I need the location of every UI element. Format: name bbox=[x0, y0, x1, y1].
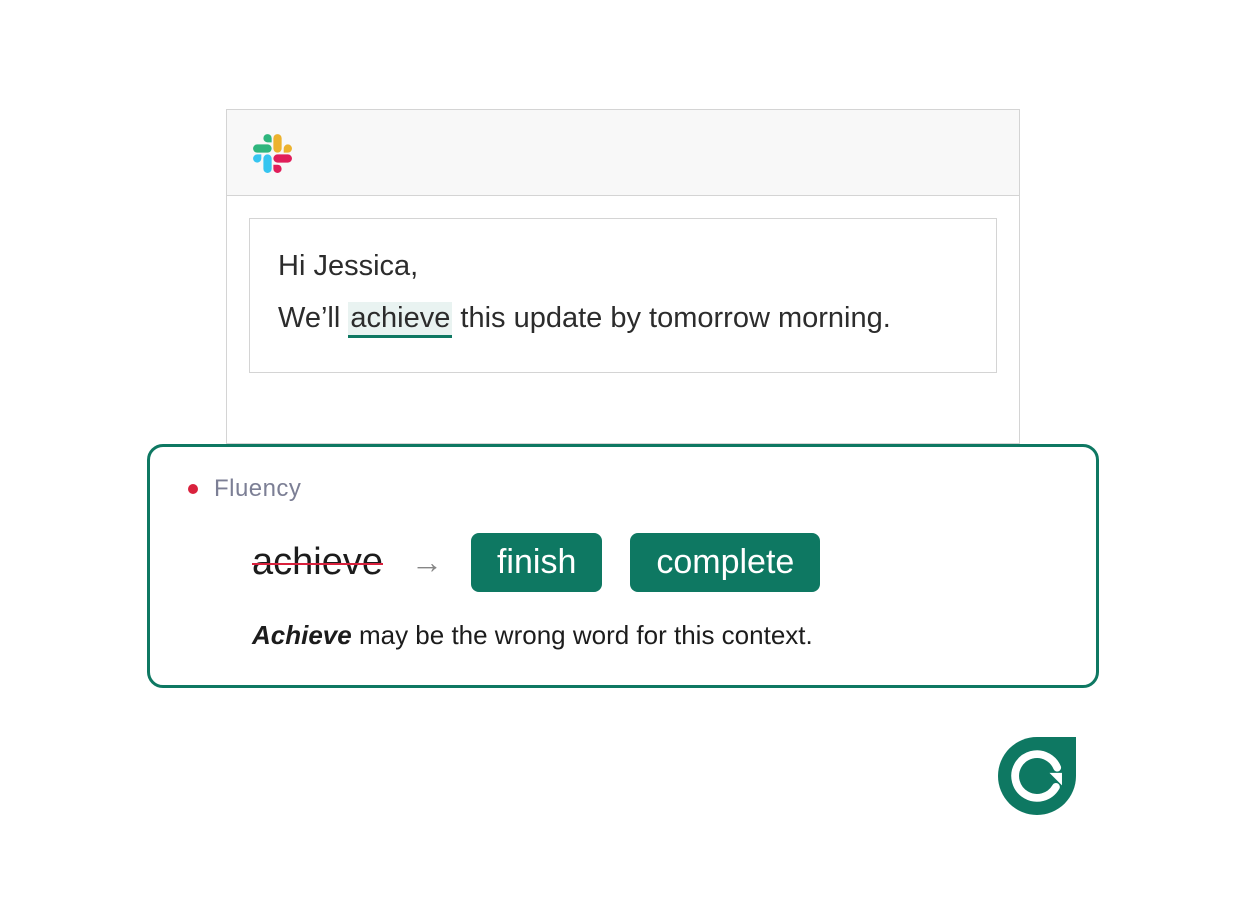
suggestion-card: Fluency achieve → finish complete Achiev… bbox=[147, 444, 1099, 688]
suggestion-chip-complete[interactable]: complete bbox=[630, 533, 820, 592]
suggestion-row: achieve → finish complete bbox=[252, 533, 1058, 592]
message-body: We’ll achieve this update by tomorrow mo… bbox=[278, 295, 968, 341]
suggestion-chip-finish[interactable]: finish bbox=[471, 533, 602, 592]
suggestion-category: Fluency bbox=[188, 475, 1058, 503]
arrow-right-icon: → bbox=[411, 544, 443, 581]
highlighted-word[interactable]: achieve bbox=[348, 302, 452, 338]
greeting-line: Hi Jessica, bbox=[278, 243, 968, 289]
message-post: this update by tomorrow morning. bbox=[452, 302, 890, 334]
slack-header bbox=[227, 110, 1019, 196]
explanation-rest: may be the wrong word for this context. bbox=[352, 620, 813, 650]
message-pre: We’ll bbox=[278, 302, 348, 334]
original-word: achieve bbox=[252, 541, 383, 584]
grammarly-icon[interactable] bbox=[998, 737, 1076, 815]
message-composer[interactable]: Hi Jessica, We’ll achieve this update by… bbox=[249, 218, 997, 373]
slack-window: Hi Jessica, We’ll achieve this update by… bbox=[226, 109, 1020, 444]
category-label: Fluency bbox=[214, 475, 301, 503]
explanation-bold: Achieve bbox=[252, 620, 352, 650]
category-dot-icon bbox=[188, 484, 198, 494]
explanation-text: Achieve may be the wrong word for this c… bbox=[252, 620, 1058, 651]
slack-icon bbox=[251, 132, 293, 174]
